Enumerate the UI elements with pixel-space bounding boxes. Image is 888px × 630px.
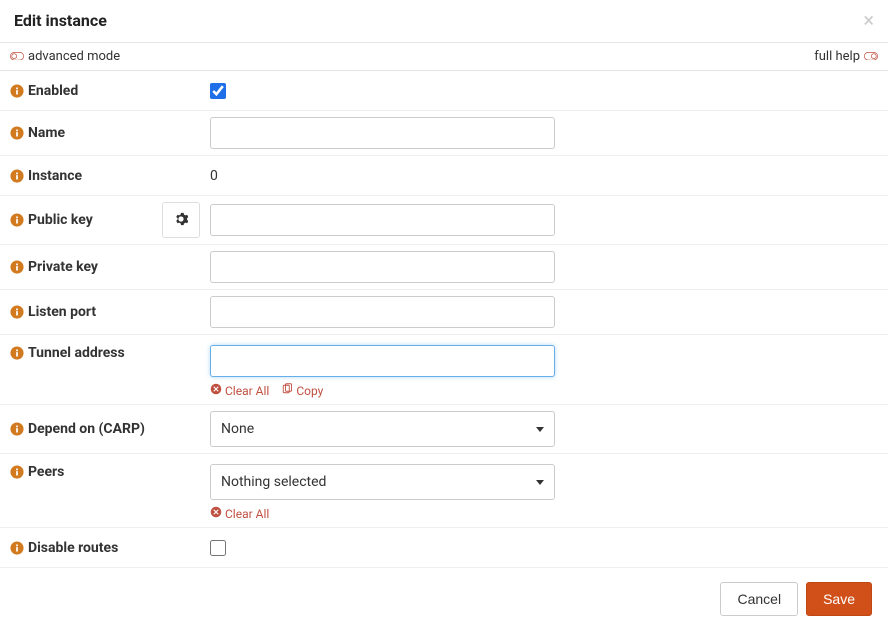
clear-all-label: Clear All xyxy=(225,507,269,521)
label-instance: Instance xyxy=(28,168,82,184)
advanced-mode-label: advanced mode xyxy=(28,49,120,64)
info-icon[interactable] xyxy=(10,422,24,436)
toggle-icon xyxy=(10,52,24,62)
page-title: Edit instance xyxy=(14,11,107,30)
label-public-key: Public key xyxy=(28,212,93,228)
info-icon[interactable] xyxy=(10,260,24,274)
carp-select[interactable]: None xyxy=(210,411,555,447)
label-depend-carp: Depend on (CARP) xyxy=(28,421,145,437)
public-key-input[interactable] xyxy=(210,204,555,236)
info-icon[interactable] xyxy=(10,84,24,98)
listen-port-input[interactable] xyxy=(210,296,555,328)
enabled-checkbox[interactable] xyxy=(210,83,226,99)
carp-selected-value: None xyxy=(221,421,254,437)
peers-select[interactable]: Nothing selected xyxy=(210,464,555,500)
advanced-mode-link[interactable]: advanced mode xyxy=(10,49,120,64)
disable-routes-checkbox[interactable] xyxy=(210,540,226,556)
label-private-key: Private key xyxy=(28,259,98,275)
close-icon[interactable]: × xyxy=(863,10,874,30)
chevron-down-icon xyxy=(536,427,544,432)
gear-icon xyxy=(174,212,188,229)
label-enabled: Enabled xyxy=(28,83,78,99)
label-name: Name xyxy=(28,125,65,141)
full-help-label: full help xyxy=(814,49,860,64)
peers-selected-value: Nothing selected xyxy=(221,474,326,490)
label-peers: Peers xyxy=(28,464,64,480)
info-icon[interactable] xyxy=(10,305,24,319)
info-icon[interactable] xyxy=(10,169,24,183)
info-icon[interactable] xyxy=(10,541,24,555)
cancel-button[interactable]: Cancel xyxy=(720,582,798,616)
info-icon[interactable] xyxy=(10,465,24,479)
tunnel-address-input[interactable] xyxy=(210,345,555,377)
label-listen-port: Listen port xyxy=(28,304,96,320)
instance-value: 0 xyxy=(210,168,560,184)
info-icon[interactable] xyxy=(10,346,24,360)
copy-icon xyxy=(281,383,293,398)
chevron-down-icon xyxy=(536,480,544,485)
x-circle-icon xyxy=(210,383,222,398)
name-input[interactable] xyxy=(210,117,555,149)
generate-key-button[interactable] xyxy=(162,202,200,238)
tunnel-copy-link[interactable]: Copy xyxy=(281,383,323,398)
label-tunnel-address: Tunnel address xyxy=(28,345,125,361)
private-key-input[interactable] xyxy=(210,251,555,283)
x-circle-icon xyxy=(210,506,222,521)
tunnel-clear-all-link[interactable]: Clear All xyxy=(210,383,269,398)
label-disable-routes: Disable routes xyxy=(28,540,118,556)
toggle-icon xyxy=(864,52,878,62)
full-help-link[interactable]: full help xyxy=(814,49,878,64)
save-button[interactable]: Save xyxy=(806,582,872,616)
info-icon[interactable] xyxy=(10,213,24,227)
clear-all-label: Clear All xyxy=(225,384,269,398)
copy-label: Copy xyxy=(296,384,323,398)
peers-clear-all-link[interactable]: Clear All xyxy=(210,506,269,521)
info-icon[interactable] xyxy=(10,126,24,140)
